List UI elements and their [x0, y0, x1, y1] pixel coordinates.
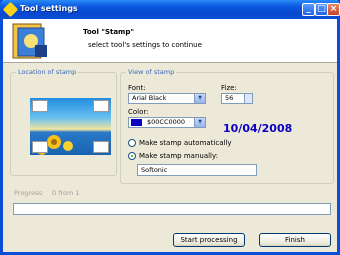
- location-top-left[interactable]: [32, 100, 48, 112]
- stamp-text-preview: 10/04/2008: [223, 122, 293, 135]
- chevron-down-icon[interactable]: ▼: [194, 94, 205, 103]
- start-processing-button[interactable]: Start processing: [173, 233, 245, 247]
- color-select[interactable]: $00CC0000 ▼: [128, 117, 206, 128]
- header-panel: Tool "Stamp" select tool's settings to c…: [3, 19, 337, 63]
- view-group-title: View of stamp: [126, 68, 177, 76]
- color-swatch: [131, 119, 142, 126]
- progress-count: 0 from 1: [52, 189, 80, 197]
- progress-status: Progress: 0 from 1: [14, 189, 80, 197]
- font-label: Font:: [128, 84, 146, 92]
- spinner-arrows-icon[interactable]: [244, 94, 252, 103]
- stamp-logo-icon: [12, 23, 47, 59]
- progress-label: Progress:: [14, 189, 44, 197]
- header-subtitle: select tool's settings to continue: [88, 41, 202, 49]
- location-bottom-right[interactable]: [93, 141, 109, 153]
- color-label: Color:: [128, 108, 149, 116]
- title-bar[interactable]: Tool settings _ □ ×: [0, 0, 340, 19]
- stamp-location-preview: [30, 98, 111, 155]
- location-of-stamp-group: Location of stamp: [10, 68, 117, 176]
- font-select[interactable]: Arial Black ▼: [128, 93, 206, 104]
- radio-manual-label[interactable]: Make stamp manually:: [139, 152, 218, 160]
- font-value: Arial Black: [132, 94, 167, 102]
- progress-bar: [13, 203, 331, 215]
- radio-auto-label[interactable]: Make stamp automatically: [139, 139, 232, 147]
- size-label: Fize:: [221, 84, 237, 92]
- radio-manual[interactable]: [128, 152, 136, 160]
- window-title: Tool settings: [20, 4, 78, 13]
- size-spinner[interactable]: 56: [221, 93, 253, 104]
- minimize-button[interactable]: _: [302, 3, 315, 16]
- size-value: 56: [225, 94, 234, 102]
- tool-settings-window: Tool settings _ □ × Tool "Stamp" select …: [0, 0, 340, 255]
- chevron-down-icon[interactable]: ▼: [194, 118, 205, 127]
- radio-auto[interactable]: [128, 139, 136, 147]
- color-value: $00CC0000: [147, 118, 186, 126]
- manual-stamp-input[interactable]: Softonic: [137, 164, 257, 176]
- location-top-right[interactable]: [93, 100, 109, 112]
- header-title: Tool "Stamp": [83, 28, 135, 36]
- close-button[interactable]: ×: [327, 3, 340, 16]
- location-group-title: Location of stamp: [16, 68, 79, 76]
- finish-button[interactable]: Finish: [259, 233, 331, 247]
- app-icon: [2, 1, 19, 18]
- location-bottom-left[interactable]: [32, 141, 48, 153]
